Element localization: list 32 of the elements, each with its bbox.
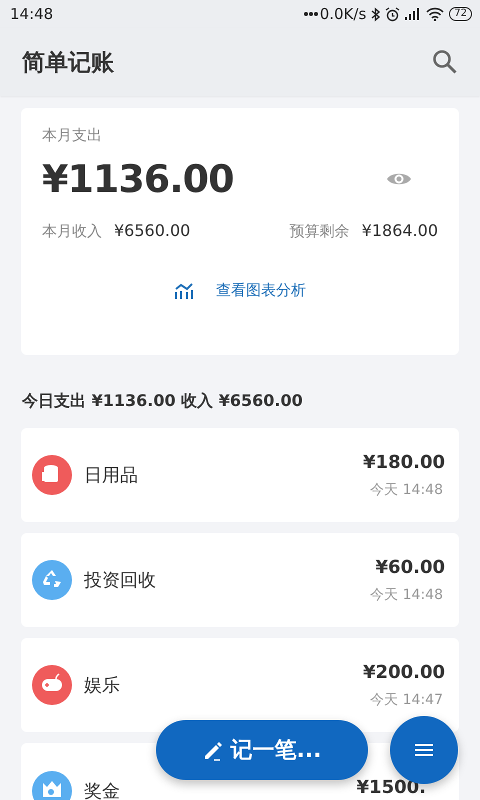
- record-amount: ¥200.00: [363, 662, 445, 682]
- battery-level: 72: [449, 7, 472, 21]
- wifi-icon: [426, 7, 444, 21]
- record-amount: ¥180.00: [363, 452, 445, 472]
- app-title: 简单记账: [22, 48, 115, 78]
- signal-icon: [405, 8, 422, 20]
- budget-label: 预算剩余: [290, 222, 350, 241]
- clock-time: 14:48: [10, 5, 54, 23]
- category-name: 投资回收: [84, 569, 157, 592]
- record-time: 今天 14:48: [370, 480, 443, 498]
- add-record-button[interactable]: 记一笔...: [156, 720, 368, 780]
- expense-amount: ¥1136.00: [42, 157, 234, 201]
- chart-icon: [174, 282, 194, 298]
- menu-icon: [415, 743, 433, 757]
- budget-amount: ¥1864.00: [362, 221, 438, 240]
- category-name: 日用品: [84, 464, 139, 487]
- notification-dots-icon: [304, 12, 318, 16]
- record-time: 今天 14:48: [370, 586, 443, 604]
- expense-label: 本月支出: [42, 126, 103, 145]
- pencil-icon: [202, 739, 224, 761]
- income-label: 本月收入: [42, 222, 102, 241]
- network-speed: 0.0K/s: [320, 5, 366, 23]
- daily-summary: 今日支出 ¥1136.00 收入 ¥6560.00: [22, 391, 303, 410]
- category-name: 娱乐: [84, 674, 121, 697]
- record-amount: ¥1500.: [356, 779, 426, 797]
- chart-analysis-link[interactable]: 查看图表分析: [216, 281, 306, 300]
- income-amount: ¥6560.00: [114, 221, 190, 240]
- alarm-icon: [385, 6, 400, 22]
- record-amount: ¥60.00: [376, 556, 445, 578]
- bluetooth-icon: [371, 6, 380, 22]
- record-time: 今天 14:47: [370, 690, 443, 708]
- category-name: 奖金: [84, 780, 121, 800]
